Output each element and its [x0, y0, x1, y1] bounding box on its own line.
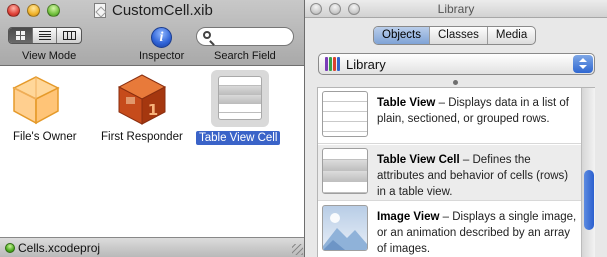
cube-icon: [12, 76, 60, 125]
library-titlebar: Library: [305, 0, 607, 18]
table-view-cell-icon: [218, 76, 262, 120]
xib-document-icon: [94, 3, 106, 18]
info-icon[interactable]: i: [151, 27, 172, 48]
minimize-button[interactable]: [27, 4, 40, 17]
tab-media[interactable]: Media: [488, 27, 535, 44]
first-responder-object[interactable]: 1: [114, 71, 170, 127]
library-title: Library: [437, 2, 475, 16]
split-handle[interactable]: [453, 80, 458, 85]
table-view-icon: [322, 91, 368, 137]
inspector-label: Inspector: [139, 50, 185, 62]
first-responder-label: First Responder: [101, 131, 183, 143]
status-bar: Cells.xcodeproj: [0, 237, 304, 257]
tab-classes[interactable]: Classes: [430, 27, 488, 44]
item-name: Table View: [377, 97, 436, 109]
columns-icon: [62, 31, 76, 40]
item-name: Table View Cell: [377, 154, 460, 166]
popup-arrows-icon: [573, 55, 593, 73]
scrollbar-thumb[interactable]: [584, 170, 594, 230]
view-mode-label: View Mode: [22, 50, 77, 62]
library-list: Table View – Displays data in a list of …: [317, 87, 595, 257]
window-title: CustomCell.xib: [112, 2, 213, 19]
screen: CustomCell.xib View Mode i Inspector Sea…: [0, 0, 607, 257]
vertical-scrollbar[interactable]: [581, 88, 595, 257]
list-item[interactable]: Table View – Displays data in a list of …: [318, 88, 582, 144]
library-popup-button[interactable]: Library: [318, 53, 595, 75]
library-books-icon: [325, 57, 342, 71]
close-button[interactable]: [7, 4, 20, 17]
list-icon: [38, 31, 51, 40]
zoom-button[interactable]: [47, 4, 60, 17]
list-item[interactable]: Image View – Displays a single image, or…: [318, 202, 582, 257]
column-view-button[interactable]: [57, 28, 81, 43]
table-view-cell-object[interactable]: [211, 70, 269, 127]
svg-text:1: 1: [148, 101, 158, 119]
item-name: Image View: [377, 211, 440, 223]
search-field[interactable]: [196, 27, 294, 46]
xib-toolbar: CustomCell.xib View Mode i Inspector Sea…: [0, 0, 304, 66]
view-mode-segmented-control: [8, 27, 82, 44]
files-owner-label: File's Owner: [13, 131, 77, 143]
resize-grip-icon[interactable]: [292, 244, 303, 255]
popup-label: Library: [346, 57, 386, 72]
project-name[interactable]: Cells.xcodeproj: [18, 241, 100, 255]
tab-objects[interactable]: Objects: [374, 27, 430, 44]
first-responder-icon: 1: [117, 74, 167, 125]
icon-view-button[interactable]: [9, 28, 33, 43]
icon-grid-icon: [16, 31, 25, 40]
library-tabs: Objects Classes Media: [373, 26, 537, 45]
table-view-cell-icon: [322, 148, 368, 194]
list-item[interactable]: Table View Cell – Defines the attributes…: [318, 145, 582, 201]
xib-window: CustomCell.xib View Mode i Inspector Sea…: [0, 0, 305, 257]
table-view-cell-label: Table View Cell: [196, 131, 281, 145]
image-view-icon: [322, 205, 368, 251]
files-owner-object[interactable]: [8, 71, 64, 127]
search-field-label: Search Field: [214, 50, 276, 62]
list-view-button[interactable]: [33, 28, 57, 43]
search-icon: [203, 31, 211, 39]
project-status-icon: [5, 243, 15, 253]
library-window: Library Objects Classes Media Library Ta…: [305, 0, 607, 257]
